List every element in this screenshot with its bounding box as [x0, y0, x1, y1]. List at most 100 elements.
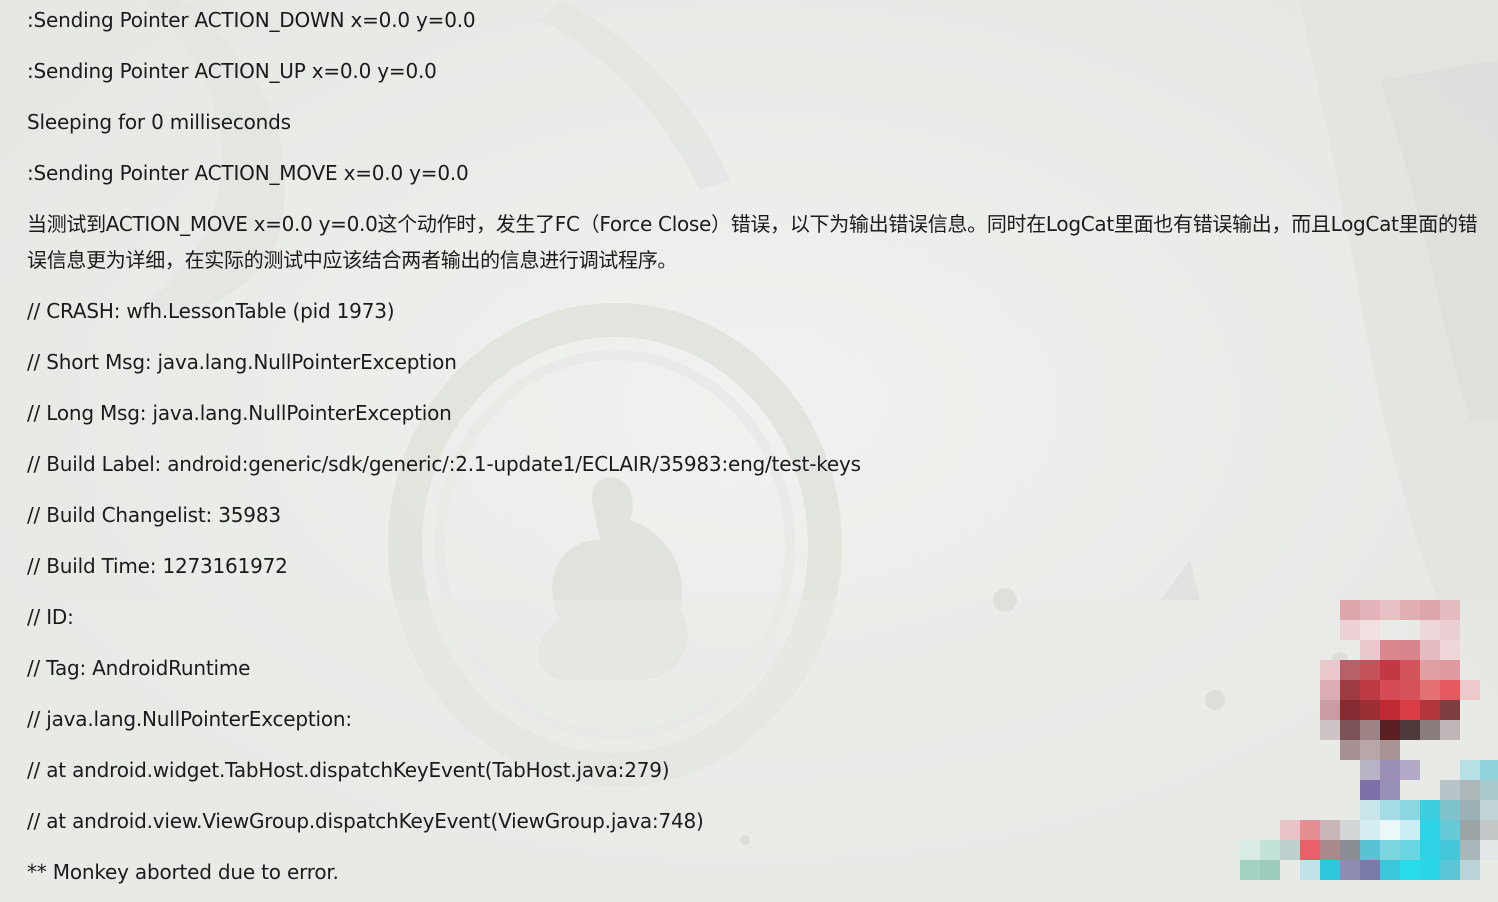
- avatar-pixel: [1280, 840, 1300, 860]
- avatar-pixel: [1420, 640, 1440, 660]
- crash-line: // CRASH: wfh.LessonTable (pid 1973): [27, 299, 395, 323]
- avatar-pixel: [1340, 740, 1360, 760]
- avatar-pixel: [1360, 700, 1380, 720]
- avatar-pixel: [1340, 820, 1360, 840]
- avatar-pixel: [1420, 840, 1440, 860]
- avatar-pixel: [1340, 700, 1360, 720]
- avatar-pixel: [1400, 720, 1420, 740]
- avatar-pixel: [1360, 660, 1380, 680]
- avatar-pixel: [1420, 860, 1440, 880]
- avatar-pixel: [1360, 600, 1380, 620]
- log-line-action-up: :Sending Pointer ACTION_UP x=0.0 y=0.0: [27, 59, 437, 83]
- avatar-pixel: [1380, 780, 1400, 800]
- build-label-line: // Build Label: android:generic/sdk/gene…: [27, 452, 861, 476]
- stack-line-tabhost: // at android.widget.TabHost.dispatchKey…: [27, 758, 670, 782]
- avatar-pixel: [1320, 660, 1340, 680]
- avatar-pixel: [1380, 600, 1400, 620]
- avatar-pixel: [1300, 840, 1320, 860]
- avatar-pixel: [1320, 680, 1340, 700]
- avatar-pixel: [1440, 720, 1460, 740]
- avatar-pixel: [1340, 620, 1360, 640]
- avatar-pixel: [1360, 720, 1380, 740]
- long-msg-line: // Long Msg: java.lang.NullPointerExcept…: [27, 401, 452, 425]
- short-msg-line: // Short Msg: java.lang.NullPointerExcep…: [27, 350, 457, 374]
- avatar-pixel: [1360, 620, 1380, 640]
- mascot-avatar[interactable]: [1240, 600, 1498, 902]
- avatar-pixel: [1440, 600, 1460, 620]
- avatar-pixel: [1420, 720, 1440, 740]
- exception-line: // java.lang.NullPointerException:: [27, 707, 352, 731]
- avatar-pixel: [1440, 820, 1460, 840]
- avatar-pixel: [1440, 780, 1460, 800]
- avatar-pixel: [1380, 740, 1400, 760]
- avatar-pixel: [1240, 840, 1260, 860]
- avatar-pixel: [1400, 660, 1420, 680]
- avatar-pixel: [1440, 640, 1460, 660]
- avatar-pixel: [1320, 700, 1340, 720]
- avatar-pixel: [1440, 800, 1460, 820]
- avatar-pixel: [1440, 680, 1460, 700]
- avatar-pixel: [1380, 760, 1400, 780]
- avatar-pixel: [1360, 780, 1380, 800]
- avatar-pixel: [1300, 820, 1320, 840]
- avatar-pixel: [1420, 660, 1440, 680]
- avatar-pixel: [1340, 660, 1360, 680]
- avatar-pixel: [1260, 840, 1280, 860]
- log-line-action-move: :Sending Pointer ACTION_MOVE x=0.0 y=0.0: [27, 161, 469, 185]
- avatar-pixel: [1460, 800, 1480, 820]
- avatar-pixel: [1380, 840, 1400, 860]
- avatar-pixel: [1340, 840, 1360, 860]
- avatar-pixel: [1420, 800, 1440, 820]
- build-time-line: // Build Time: 1273161972: [27, 554, 288, 578]
- avatar-pixel: [1340, 720, 1360, 740]
- avatar-pixel: [1360, 640, 1380, 660]
- avatar-pixel: [1420, 680, 1440, 700]
- avatar-pixel: [1380, 640, 1400, 660]
- avatar-pixel: [1400, 640, 1420, 660]
- log-line-action-down: :Sending Pointer ACTION_DOWN x=0.0 y=0.0: [27, 8, 476, 32]
- avatar-pixel: [1460, 840, 1480, 860]
- id-line: // ID:: [27, 605, 74, 629]
- avatar-pixel: [1240, 860, 1260, 880]
- avatar-pixel: [1400, 680, 1420, 700]
- avatar-pixel: [1380, 680, 1400, 700]
- avatar-pixel: [1400, 820, 1420, 840]
- avatar-pixel: [1400, 840, 1420, 860]
- avatar-pixel: [1440, 620, 1460, 640]
- avatar-pixel: [1380, 700, 1400, 720]
- avatar-pixel: [1360, 840, 1380, 860]
- tag-line: // Tag: AndroidRuntime: [27, 656, 251, 680]
- avatar-pixel: [1400, 700, 1420, 720]
- avatar-pixel: [1460, 860, 1480, 880]
- avatar-pixel: [1380, 660, 1400, 680]
- avatar-pixel: [1260, 860, 1280, 880]
- avatar-pixel: [1480, 840, 1498, 860]
- avatar-pixel: [1400, 600, 1420, 620]
- avatar-pixel: [1380, 800, 1400, 820]
- avatar-pixel: [1400, 760, 1420, 780]
- avatar-pixel: [1360, 680, 1380, 700]
- avatar-pixel: [1320, 720, 1340, 740]
- avatar-pixel: [1340, 680, 1360, 700]
- avatar-pixel: [1340, 860, 1360, 880]
- avatar-pixel: [1380, 860, 1400, 880]
- monkey-aborted-line: ** Monkey aborted due to error.: [27, 860, 339, 884]
- avatar-pixel: [1440, 700, 1460, 720]
- avatar-pixel: [1460, 780, 1480, 800]
- avatar-pixel: [1340, 600, 1360, 620]
- avatar-pixel: [1480, 820, 1498, 840]
- avatar-pixel: [1440, 840, 1460, 860]
- avatar-pixel: [1460, 820, 1480, 840]
- avatar-pixel: [1280, 820, 1300, 840]
- avatar-pixel: [1360, 820, 1380, 840]
- avatar-pixel: [1360, 860, 1380, 880]
- avatar-pixel: [1460, 760, 1480, 780]
- avatar-pixel: [1480, 780, 1498, 800]
- avatar-pixel: [1360, 800, 1380, 820]
- avatar-pixel: [1420, 700, 1440, 720]
- avatar-pixel: [1420, 600, 1440, 620]
- avatar-pixel: [1300, 860, 1320, 880]
- avatar-pixel: [1360, 740, 1380, 760]
- avatar-pixel: [1400, 800, 1420, 820]
- description-paragraph: 当测试到ACTION_MOVE x=0.0 y=0.0这个动作时，发生了FC（F…: [27, 212, 1478, 272]
